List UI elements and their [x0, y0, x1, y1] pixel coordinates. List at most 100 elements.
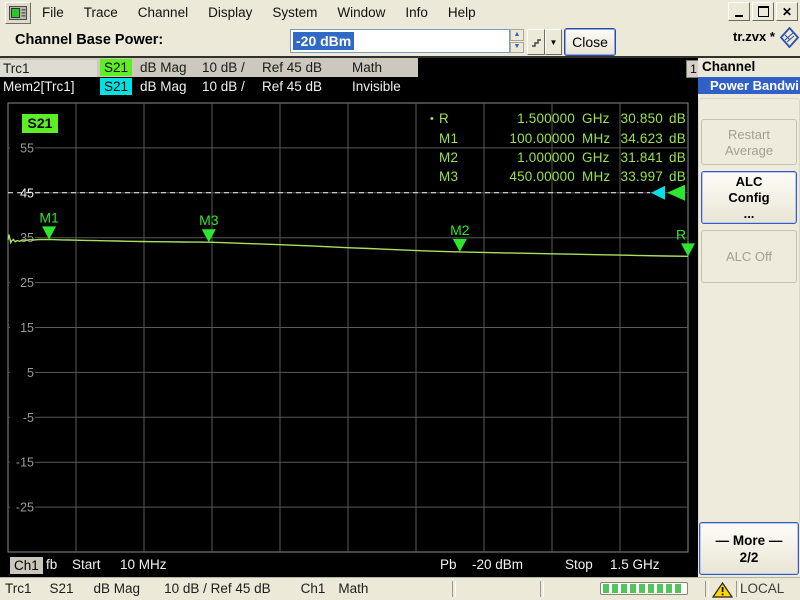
marker-freq: 1.000000: [517, 149, 575, 165]
trace-scale: 10 dB /: [202, 79, 245, 94]
softkey-alc-off[interactable]: ALC Off: [701, 230, 797, 283]
progress-segment: [639, 584, 645, 593]
instrument-icon: [9, 6, 27, 20]
softkey-restart-average[interactable]: Restart Average: [701, 119, 797, 165]
marker-val: 34.623: [620, 130, 663, 146]
progress-segment: [603, 584, 609, 593]
status-bar: Trc1 S21 dB Mag 10 dB / Ref 45 dB Ch1 Math LO…: [0, 577, 800, 600]
marker-symbol-m3[interactable]: [201, 229, 216, 243]
trace-name: Mem2[Trc1]: [3, 79, 75, 94]
trace-param-chip: S21: [100, 59, 132, 76]
trace-ref: Ref 45 dB: [262, 60, 323, 75]
base-power-label: Pb: [440, 557, 457, 572]
channel-base-power-input[interactable]: -20 dBm: [290, 29, 510, 53]
window-controls: ✕: [728, 2, 798, 21]
marker-vunit: dB: [669, 111, 686, 127]
close-button[interactable]: Close: [564, 28, 616, 56]
status-item-db-mag: dB Mag: [93, 581, 141, 596]
softkey-submenu-header[interactable]: Power Bandwi: [698, 77, 800, 94]
step-size-button[interactable]: [527, 29, 545, 55]
status-item-s21: S21: [49, 581, 74, 596]
progress-segment: [630, 584, 636, 593]
close-icon: ✕: [781, 4, 793, 19]
channel-chip: Ch1: [10, 557, 43, 574]
marker-vunit: dB: [669, 130, 686, 146]
separator: [705, 581, 709, 597]
step-icon: [531, 38, 541, 47]
stop-label: Stop: [565, 557, 593, 572]
trace-ref: Ref 45 dB: [262, 79, 323, 94]
menu-trace[interactable]: Trace: [74, 3, 128, 22]
status-item-ch1: Ch1: [300, 581, 326, 596]
entry-bar: Channel Base Power: -20 dBm ▲ ▼ ▼ Close …: [0, 25, 800, 56]
ref-level-indicator-trc1[interactable]: [667, 184, 685, 201]
trace-status: Math: [352, 60, 383, 75]
menu-items: File Trace Channel Display System Window Info H…: [32, 0, 486, 25]
marker-freq: 100.00000: [509, 130, 575, 146]
application-window: File Trace Channel Display System Window Info H…: [0, 0, 800, 600]
close-window-button[interactable]: ✕: [776, 2, 798, 21]
trace-row-mem2[interactable]: Mem2[Trc1] S21 dB Mag 10 dB / Ref 45 dB …: [0, 77, 418, 96]
trace-name: Trc1: [0, 59, 97, 77]
base-power-value: -20 dBm: [472, 557, 524, 572]
menu-system[interactable]: System: [262, 3, 327, 22]
stop-value: 1.5 GHz: [610, 557, 660, 572]
softkey-sidebar: Channel Power Bandwi Restart Average ALC Co…: [698, 58, 800, 577]
y-tick-label: 35: [20, 231, 34, 245]
menu-file[interactable]: File: [32, 3, 74, 22]
menu-bar: File Trace Channel Display System Window Info H…: [0, 0, 800, 25]
marker-label-r: R: [676, 226, 686, 242]
sweep-progress-bar: [600, 582, 688, 595]
rohde-schwarz-logo: [780, 27, 799, 48]
y-tick-label: 25: [20, 276, 34, 290]
progress-segment: [657, 584, 663, 593]
status-item-10-db-ref-45-db: 10 dB / Ref 45 dB: [164, 581, 271, 596]
marker-funit: GHz: [582, 111, 610, 127]
sweep-mode: fb: [46, 557, 58, 572]
marker-symbol-r[interactable]: [681, 243, 695, 257]
softkey-alc-config-[interactable]: ALC Config...: [701, 171, 797, 224]
marker-readout-r: • R 1.500000 GHz 30.850 dB: [430, 109, 686, 128]
menu-info[interactable]: Info: [395, 3, 438, 22]
restore-button[interactable]: [752, 2, 774, 21]
marker-freq: 450.00000: [509, 169, 575, 185]
marker-funit: MHz: [582, 130, 611, 146]
y-tick-label: -25: [16, 501, 34, 515]
status-items: Trc1 S21 dB Mag 10 dB / Ref 45 dB Ch1 Math: [5, 581, 368, 596]
trace-format: dB Mag: [140, 60, 187, 75]
progress-segment: [666, 584, 672, 593]
menu-display[interactable]: Display: [198, 3, 262, 22]
y-tick-label: 5: [27, 366, 34, 380]
ref-level-indicator-mem[interactable]: [651, 185, 665, 200]
marker-readout-m3: M3 450.00000 MHz 33.997 dB: [430, 167, 686, 186]
spin-down-button[interactable]: ▼: [510, 41, 524, 53]
minimize-button[interactable]: [728, 2, 750, 21]
y-tick-label: -5: [23, 411, 34, 425]
menu-channel[interactable]: Channel: [128, 3, 198, 22]
menu-help[interactable]: Help: [438, 3, 486, 22]
trace-row-trc1[interactable]: Trc1 S21 dB Mag 10 dB / Ref 45 dB Math: [0, 58, 418, 77]
start-value: 10 MHz: [120, 557, 167, 572]
diagram-footer: Ch1 fb Start 10 MHz Pb -20 dBm Stop 1.5 …: [0, 554, 698, 577]
unit-dropdown-button[interactable]: ▼: [545, 29, 562, 55]
marker-label-m1: M1: [39, 209, 59, 225]
marker-freq: 1.500000: [517, 111, 575, 127]
trace-info-area: Trc1 S21 dB Mag 10 dB / Ref 45 dB Math M…: [0, 58, 698, 96]
more-softkey-button[interactable]: — More — 2/2: [699, 522, 799, 575]
trace-format: dB Mag: [140, 79, 187, 94]
channel-base-power-label: Channel Base Power:: [15, 32, 164, 48]
marker-vunit: dB: [669, 169, 686, 185]
y-tick-label: 55: [20, 141, 34, 155]
app-icon[interactable]: [5, 2, 31, 24]
input-selected-value: -20 dBm: [293, 32, 355, 50]
marker-name: M2: [439, 149, 459, 165]
spin-up-button[interactable]: ▲: [510, 29, 524, 41]
marker-funit: MHz: [582, 169, 611, 185]
marker-symbol-m2[interactable]: [452, 238, 467, 252]
status-item-trc1: Trc1: [5, 581, 32, 596]
menu-window[interactable]: Window: [327, 3, 395, 22]
marker-val: 33.997: [620, 169, 663, 185]
trace-scale: 10 dB /: [202, 60, 245, 75]
value-spinner: ▲ ▼: [510, 29, 524, 53]
trace-status: Invisible: [352, 79, 401, 94]
